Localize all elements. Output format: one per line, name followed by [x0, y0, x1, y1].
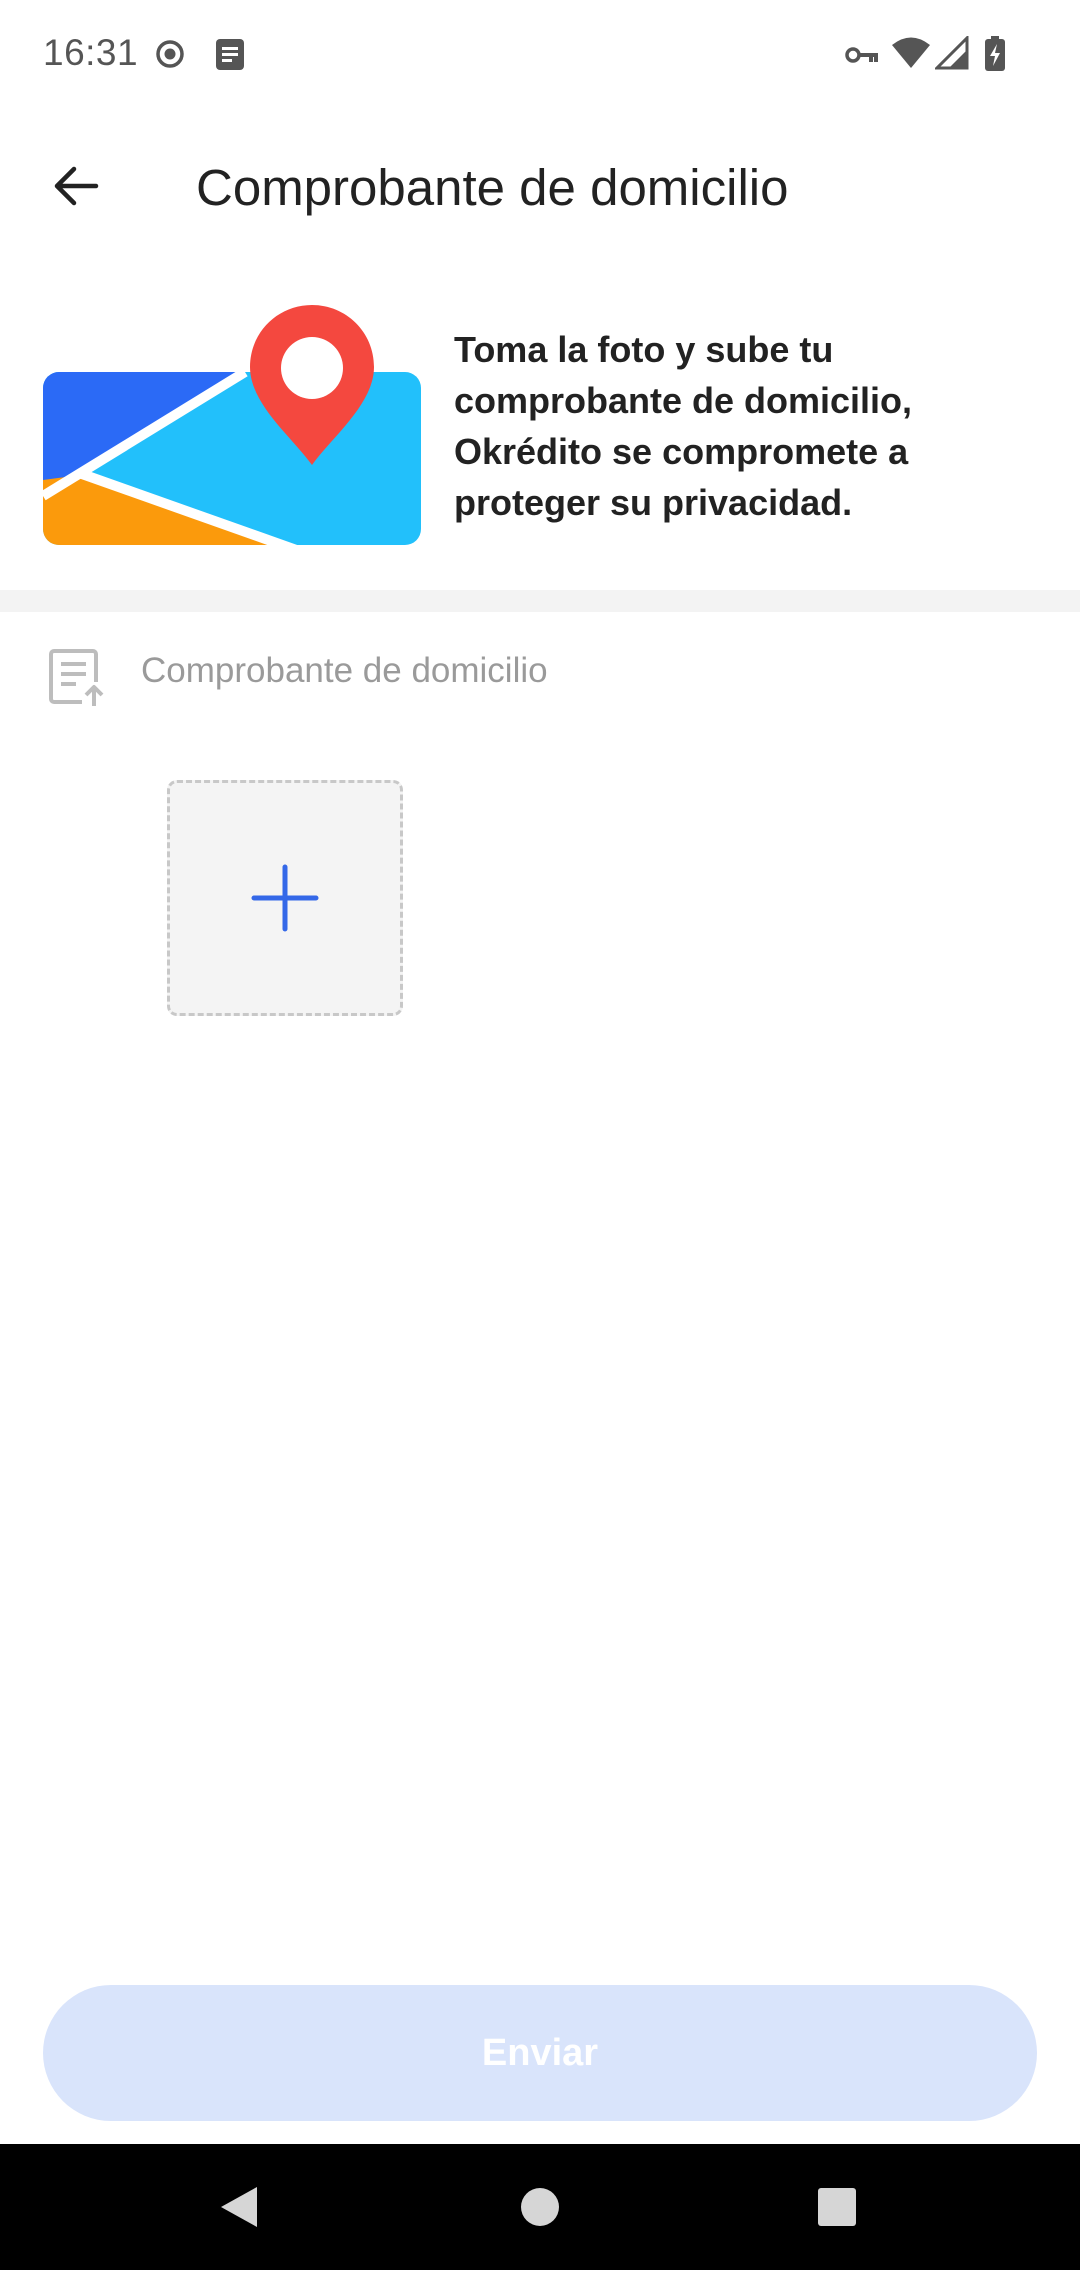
submit-button[interactable]: Enviar — [43, 1985, 1037, 2121]
navigation-bar — [0, 2144, 1080, 2270]
battery-charging-icon — [984, 36, 1006, 77]
intro-text: Toma la foto y sube tu comprobante de do… — [454, 329, 913, 523]
section-divider — [0, 590, 1080, 612]
record-icon — [154, 38, 186, 75]
section-label: Comprobante de domicilio — [141, 651, 548, 690]
wifi-icon — [891, 36, 931, 75]
map-location-pin-illustration — [43, 305, 421, 545]
nav-home-button[interactable] — [480, 2144, 600, 2270]
document-upload-icon — [49, 649, 104, 706]
recents-square-icon — [818, 2188, 856, 2226]
back-button[interactable] — [40, 150, 112, 222]
nav-back-button[interactable] — [179, 2144, 299, 2270]
upload-photo-button[interactable] — [167, 780, 403, 1016]
notes-icon — [214, 38, 246, 77]
screen: 16:31 Comprobante de domicilio Toma la f… — [0, 0, 1080, 2270]
status-bar: 16:31 — [0, 0, 1080, 112]
arrow-back-icon — [54, 166, 99, 206]
vpn-key-icon — [845, 44, 879, 71]
plus-icon — [251, 864, 319, 932]
page-title: Comprobante de domicilio — [196, 159, 789, 216]
signal-icon — [933, 34, 969, 75]
back-triangle-icon — [221, 2187, 257, 2227]
nav-recents-button[interactable] — [777, 2144, 897, 2270]
status-time: 16:31 — [43, 32, 139, 73]
home-circle-icon — [521, 2188, 559, 2226]
